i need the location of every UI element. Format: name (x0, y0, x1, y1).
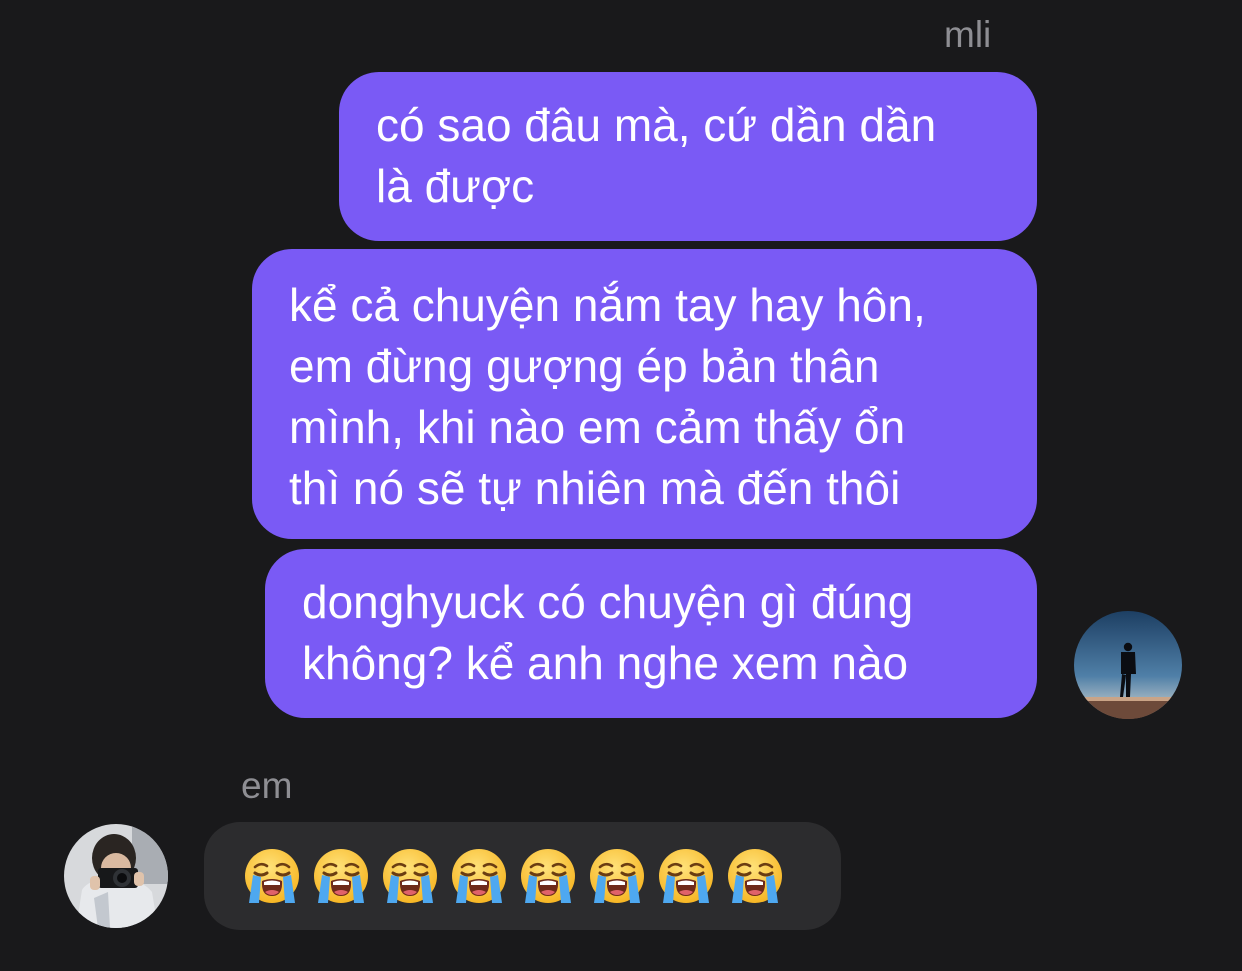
sender-name-outgoing: mli (944, 14, 992, 55)
message-line: thì nó sẽ tự nhiên mà đến thôi (289, 462, 901, 514)
message-line: mình, khi nào em cảm thấy ổn (289, 401, 906, 453)
message-line: là được (376, 160, 535, 212)
loudly-crying-face-icon (450, 847, 508, 905)
message-line: kể cả chuyện nắm tay hay hôn, (289, 279, 926, 331)
loudly-crying-face-icon (519, 847, 577, 905)
loudly-crying-face-icon (657, 847, 715, 905)
loudly-crying-face-icon (381, 847, 439, 905)
message-line: có sao đâu mà, cứ dần dần (376, 99, 937, 151)
loudly-crying-face-icon (243, 847, 301, 905)
loudly-crying-face-icon (312, 847, 370, 905)
sender-name-incoming: em (241, 765, 293, 806)
profile-photo-silhouette-icon (1074, 611, 1182, 719)
avatar-incoming[interactable] (64, 824, 168, 928)
loudly-crying-face-icon (726, 847, 784, 905)
message-line: không? kể anh nghe xem nào (302, 637, 909, 689)
message-line: donghyuck có chuyện gì đúng (302, 576, 914, 628)
profile-photo-camera-icon (64, 824, 168, 928)
message-bubble-outgoing[interactable]: có sao đâu mà, cứ dần dần là được (339, 72, 1037, 241)
message-bubble-outgoing[interactable]: donghyuck có chuyện gì đúng không? kể an… (265, 549, 1037, 718)
avatar-outgoing[interactable] (1074, 611, 1182, 719)
message-line: em đừng gượng ép bản thân (289, 340, 880, 392)
loudly-crying-face-icon (588, 847, 646, 905)
message-bubble-outgoing[interactable]: kể cả chuyện nắm tay hay hôn, em đừng gư… (252, 249, 1037, 539)
message-bubble-incoming[interactable] (204, 822, 841, 930)
